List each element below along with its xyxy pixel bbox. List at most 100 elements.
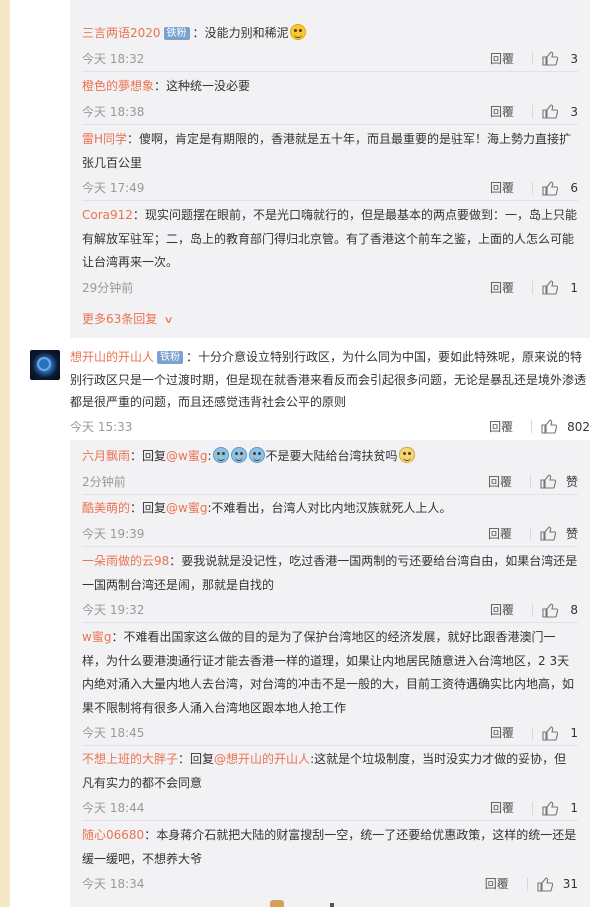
reply-text: 酷美萌的：回复@w蜜g:不难看出，台湾人对比内地汉族就死人上人。: [82, 501, 452, 515]
divider: [529, 527, 531, 540]
comment-username[interactable]: 想开山的开山人: [70, 350, 154, 364]
reply-meta: 今天 18:34 回覆 31: [82, 872, 578, 896]
thumbs-up-icon[interactable]: [542, 800, 558, 816]
avatar[interactable]: [30, 350, 60, 380]
like-count: 3: [570, 51, 578, 66]
reply-time: 2分钟前: [82, 474, 126, 489]
reply-username[interactable]: 一朵雨做的云98: [82, 554, 169, 568]
reply-text: 一朵雨做的云98：要我说就是没记性，吃过香港一国两制的亏还要给台湾自由，如果台湾…: [82, 554, 578, 592]
reply-username[interactable]: 橙色的夢想象: [82, 79, 154, 93]
reply-item: 雷H同学：傻啊，肯定是有期限的，香港就是五十年，而且最重要的是驻军！海上勢力直接…: [82, 128, 578, 201]
reply-meta: 今天 18:44 回覆 1: [82, 796, 578, 820]
reply-meta: 今天 17:49 回覆 6: [82, 176, 578, 200]
thumbs-up-icon[interactable]: [542, 51, 558, 66]
chevron-down-icon: ∨: [163, 315, 175, 326]
reply-username[interactable]: 随心06680: [82, 828, 144, 842]
thumbs-up-icon[interactable]: [542, 104, 558, 119]
reply-text: 雷H同学：傻啊，肯定是有期限的，香港就是五十年，而且最重要的是驻军！海上勢力直接…: [82, 132, 572, 170]
reply-username[interactable]: Cora912: [82, 208, 133, 222]
reply-time: 今天 18:38: [82, 104, 145, 119]
reply-meta: 今天 19:39 回覆 赞: [82, 522, 578, 546]
reply-text: 六月飘雨：回复@w蜜g: 不是要大陆给台湾扶贫吗: [82, 445, 578, 469]
reply-button[interactable]: 回覆: [488, 522, 512, 546]
reply-button[interactable]: 回覆: [488, 470, 512, 494]
reply-meta: 今天 19:32 回覆 8: [82, 598, 578, 622]
reply-username[interactable]: 不想上班的大胖子: [82, 752, 178, 766]
reply-username[interactable]: 六月飘雨: [82, 449, 130, 463]
reply-username[interactable]: w蜜g: [82, 630, 111, 644]
reply-text: 不想上班的大胖子：回复@想开山的开山人:这就是个垃圾制度，当时没实力才做的妥协，…: [82, 752, 567, 790]
reply-text: 三言两语2020 铁粉 ：没能力别和稀泥: [82, 22, 578, 46]
reply-prefix: 回复: [142, 501, 167, 515]
reply-username[interactable]: 三言两语2020: [82, 26, 161, 40]
like-count: 1: [570, 726, 578, 740]
reply-button[interactable]: 回覆: [489, 415, 513, 439]
reply-body: 现实问题摆在眼前，不是光口嗨就行的，但是最基本的两点要做到：一，岛上只能有解放军…: [82, 208, 577, 269]
reply-item: 一朵雨做的云98：要我说就是没记性，吃过香港一国两制的亏还要给台湾自由，如果台湾…: [82, 550, 578, 623]
reply-time: 今天 18:44: [82, 801, 145, 815]
reply-item: 随心06680：本身蒋介石就把大陆的财富搜刮一空，统一了还要给优惠政策，这样的统…: [82, 824, 578, 896]
thumbs-up-icon[interactable]: [540, 526, 556, 541]
fan-badge: 铁粉: [157, 351, 184, 364]
more-replies-link[interactable]: 更多63条回复 ∨: [82, 310, 175, 327]
reply-username[interactable]: 酷美萌的: [82, 501, 130, 515]
divider: [532, 105, 533, 118]
reply-button[interactable]: 回覆: [490, 598, 514, 622]
main-comment: 想开山的开山人 铁粉 ：十分介意设立特别行政区，为什么同为中国，要如此特殊呢，原来说…: [70, 346, 590, 439]
reply-time: 今天 19:39: [82, 526, 145, 541]
reply-button[interactable]: 回覆: [490, 276, 514, 300]
reply-body: 没能力别和稀泥: [204, 26, 289, 40]
thumbs-up-icon[interactable]: [537, 876, 553, 892]
like-count: 1: [570, 801, 578, 815]
reply-button[interactable]: 回覆: [490, 47, 514, 71]
cat-emoji-icon: [398, 447, 415, 463]
divider: [532, 181, 533, 195]
reply-button[interactable]: 回覆: [490, 176, 514, 200]
reply-item: 不想上班的大胖子：回复@想开山的开山人:这就是个垃圾制度，当时没实力才做的妥协，…: [82, 748, 578, 821]
like-label: 赞: [565, 474, 578, 489]
divider: [526, 877, 528, 891]
reply-button[interactable]: 回覆: [485, 872, 509, 896]
divider: [532, 726, 533, 740]
reply-body: 傻啊，肯定是有期限的，香港就是五十年，而且最重要的是驻军！海上勢力直接扩张几百公…: [82, 132, 572, 170]
thumbs-up-icon[interactable]: [542, 280, 558, 295]
thumbs-up-icon[interactable]: [542, 725, 558, 741]
reply-text: Cora912：现实问题摆在眼前，不是光口嗨就行的，但是最基本的两点要做到：一，…: [82, 208, 577, 269]
divider: [529, 475, 531, 488]
reply-item: w蜜g：不难看出国家这么做的目的是为了保护台湾地区的经济发展，就好比跟香港澳门一…: [82, 626, 578, 746]
reply-time: 29分钟前: [82, 280, 134, 295]
reply-body: 这种统一没必要: [166, 79, 251, 93]
reply-item: 六月飘雨：回复@w蜜g: 不是要大陆给台湾扶贫吗 2分钟前 回覆 赞: [82, 445, 578, 495]
reply-time: 今天 18:45: [82, 726, 145, 740]
divider: [531, 420, 533, 433]
reply-button[interactable]: 回覆: [490, 100, 514, 124]
reply-prefix: 回复: [142, 449, 167, 463]
divider: [532, 801, 533, 815]
reply-body: 不是要大陆给台湾扶贫吗: [265, 449, 398, 463]
reply-time: 今天 17:49: [82, 181, 145, 195]
reply-text: w蜜g：不难看出国家这么做的目的是为了保护台湾地区的经济发展，就好比跟香港澳门一…: [82, 630, 575, 715]
comment-meta: 今天 15:33 回覆 802: [70, 415, 590, 439]
mention-link[interactable]: @w蜜g: [166, 449, 207, 463]
reply-button[interactable]: 回覆: [490, 796, 514, 820]
mention-link[interactable]: @想开山的开山人: [214, 752, 310, 766]
reply-button[interactable]: 回覆: [490, 721, 514, 745]
cry-emoji-icon: [212, 447, 229, 463]
like-count: 31: [562, 877, 578, 891]
thumbs-up-icon[interactable]: [542, 602, 558, 618]
divider: [532, 281, 533, 294]
mention-link[interactable]: @w蜜g: [166, 501, 207, 515]
reply-text: 橙色的夢想象：这种统一没必要: [82, 79, 251, 93]
thumbs-up-icon[interactable]: [540, 474, 556, 489]
thumbs-up-icon[interactable]: [542, 180, 558, 196]
grin-emoji-icon: [289, 24, 306, 40]
reply-body: 不难看出，台湾人对比内地汉族就死人上人。: [211, 501, 452, 515]
reply-username[interactable]: 雷H同学: [82, 132, 127, 146]
reply-item: 三言两语2020 铁粉 ：没能力别和稀泥 今天 18:32 回覆 3: [82, 22, 578, 72]
divider: [532, 52, 533, 65]
comment-time: 今天 15:33: [70, 419, 133, 434]
like-count: 1: [570, 280, 578, 295]
thumbs-up-icon[interactable]: [541, 419, 558, 434]
reply-meta: 29分钟前 回覆 1: [82, 276, 578, 300]
reply-item: Cora912：现实问题摆在眼前，不是光口嗨就行的，但是最基本的两点要做到：一，…: [82, 204, 578, 300]
